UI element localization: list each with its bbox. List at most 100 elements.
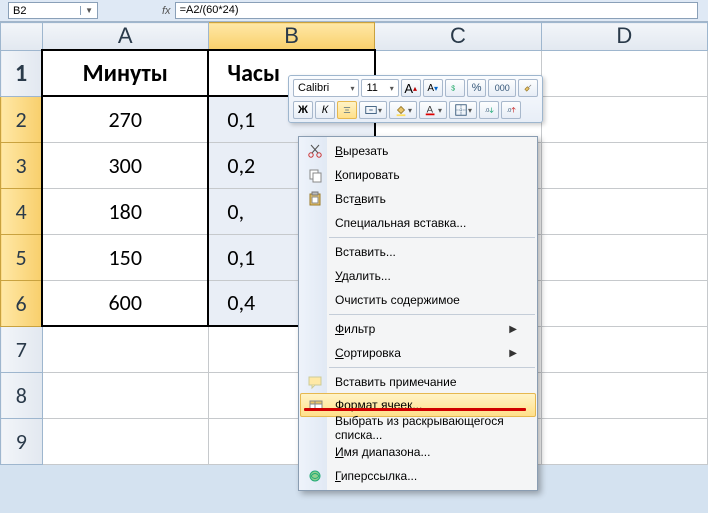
dropdown-icon: ▾ — [408, 106, 412, 115]
cell-a7[interactable] — [42, 326, 208, 372]
dropdown-icon: ▾ — [438, 106, 442, 115]
font-size-value: 11 — [366, 82, 377, 94]
select-all-corner[interactable] — [1, 23, 43, 51]
cell-d1[interactable] — [541, 50, 707, 96]
font-color-icon: A — [424, 103, 438, 117]
accounting-format-button[interactable]: $ — [445, 79, 465, 97]
dropdown-icon: ▾ — [468, 106, 472, 115]
row-header-4[interactable]: 4 — [1, 188, 43, 234]
submenu-arrow-icon: ▶ — [509, 324, 517, 335]
align-center-button[interactable] — [337, 101, 357, 119]
cell-a5[interactable]: 150 — [42, 234, 208, 280]
money-icon: $ — [450, 81, 460, 95]
menu-item-pick-from-list[interactable]: Выбрать из раскрывающегося списка... — [299, 416, 537, 440]
menu-label-insert-comment: Вставить примечание — [329, 375, 517, 389]
menu-item-delete[interactable]: Удалить... — [299, 264, 537, 288]
formula-input[interactable]: =A2/(60*24) — [175, 2, 698, 19]
cell-a2[interactable]: 270 — [42, 96, 208, 142]
menu-label-name-range: Имя диапазона... — [329, 445, 517, 459]
comment-icon — [307, 374, 323, 390]
cell-d9[interactable] — [541, 418, 707, 464]
menu-item-cut[interactable]: Вырезать — [299, 139, 537, 163]
menu-item-insert-comment[interactable]: Вставить примечание — [299, 370, 537, 394]
menu-item-paste-special[interactable]: Специальная вставка... — [299, 211, 537, 235]
cell-a4[interactable]: 180 — [42, 188, 208, 234]
scissors-icon — [307, 143, 323, 159]
cell-a1[interactable]: Минуты — [42, 50, 208, 96]
increase-decimal-icon: .0 — [484, 103, 494, 117]
name-box[interactable]: B2 ▼ — [8, 2, 98, 19]
font-name-select[interactable]: Calibri ▾ — [293, 79, 359, 97]
cell-d6[interactable] — [541, 280, 707, 326]
cell-d3[interactable] — [541, 142, 707, 188]
col-header-d[interactable]: D — [541, 23, 707, 51]
increase-decimal-button[interactable]: .0 — [479, 101, 499, 119]
col-header-a[interactable]: A — [42, 23, 208, 51]
cell-d2[interactable] — [541, 96, 707, 142]
menu-separator — [329, 367, 535, 368]
grow-font-button[interactable]: A▴ — [401, 79, 421, 97]
name-box-dropdown-icon[interactable]: ▼ — [80, 6, 93, 15]
svg-text:.0: .0 — [507, 108, 512, 114]
bold-button[interactable]: Ж — [293, 101, 313, 119]
dropdown-icon: ▾ — [350, 84, 354, 93]
fx-icon[interactable]: fx — [162, 5, 171, 17]
comma-format-button[interactable]: 000 — [488, 79, 516, 97]
formula-text: =A2/(60*24) — [180, 4, 239, 16]
menu-item-sort[interactable]: Сортировка ▶ — [299, 341, 537, 365]
menu-separator — [329, 237, 535, 238]
menu-item-paste[interactable]: Вставить — [299, 187, 537, 211]
shrink-font-button[interactable]: A▾ — [423, 79, 443, 97]
borders-button[interactable]: ▾ — [449, 101, 477, 119]
borders-icon — [454, 103, 468, 117]
col-header-c[interactable]: C — [375, 23, 541, 51]
menu-item-clear-contents[interactable]: Очистить содержимое — [299, 288, 537, 312]
formula-bar-strip: B2 ▼ fx =A2/(60*24) — [0, 0, 708, 22]
svg-text:.0: .0 — [485, 108, 490, 114]
cell-a9[interactable] — [42, 418, 208, 464]
menu-label-delete: Удалить... — [329, 269, 517, 283]
row-header-7[interactable]: 7 — [1, 326, 43, 372]
context-menu: Вырезать Копировать Вставить Специальная… — [298, 136, 538, 491]
menu-item-hyperlink[interactable]: Гиперссылка... — [299, 464, 537, 488]
percent-format-button[interactable]: % — [467, 79, 487, 97]
cell-a3[interactable]: 300 — [42, 142, 208, 188]
menu-label-insert: Вставить... — [329, 245, 517, 259]
cell-d8[interactable] — [541, 372, 707, 418]
merge-center-button[interactable]: ▾ — [359, 101, 387, 119]
menu-label-copy: Копировать — [329, 168, 517, 182]
menu-item-insert[interactable]: Вставить... — [299, 240, 537, 264]
row-header-8[interactable]: 8 — [1, 372, 43, 418]
paintbrush-icon — [523, 81, 533, 95]
menu-label-paste-special: Специальная вставка... — [329, 216, 517, 230]
menu-label-sort: Сортировка — [329, 346, 509, 360]
row-header-2[interactable]: 2 — [1, 96, 43, 142]
submenu-arrow-icon: ▶ — [509, 348, 517, 359]
mini-toolbar: Calibri ▾ 11 ▾ A▴ A▾ $ % 000 Ж К ▾ ▾ — [288, 75, 543, 123]
format-painter-button[interactable] — [518, 79, 538, 97]
row-header-5[interactable]: 5 — [1, 234, 43, 280]
menu-item-filter[interactable]: Фильтр ▶ — [299, 317, 537, 341]
paint-bucket-icon — [394, 103, 408, 117]
menu-label-hyperlink: Гиперссылка... — [329, 469, 517, 483]
row-header-9[interactable]: 9 — [1, 418, 43, 464]
font-size-select[interactable]: 11 ▾ — [361, 79, 398, 97]
cell-a6[interactable]: 600 — [42, 280, 208, 326]
menu-item-copy[interactable]: Копировать — [299, 163, 537, 187]
font-color-button[interactable]: A ▾ — [419, 101, 447, 119]
cell-d4[interactable] — [541, 188, 707, 234]
row-header-1[interactable]: 1 — [1, 50, 43, 96]
row-header-6[interactable]: 6 — [1, 280, 43, 326]
cell-d5[interactable] — [541, 234, 707, 280]
col-header-b[interactable]: B — [208, 23, 374, 51]
decrease-decimal-button[interactable]: .0 — [501, 101, 521, 119]
italic-button[interactable]: К — [315, 101, 335, 119]
menu-separator — [329, 314, 535, 315]
row-header-3[interactable]: 3 — [1, 142, 43, 188]
fill-color-button[interactable]: ▾ — [389, 101, 417, 119]
menu-item-name-range[interactable]: Имя диапазона... — [299, 440, 537, 464]
cell-d7[interactable] — [541, 326, 707, 372]
cell-a8[interactable] — [42, 372, 208, 418]
menu-label-paste: Вставить — [329, 192, 517, 206]
merge-icon — [364, 103, 378, 117]
